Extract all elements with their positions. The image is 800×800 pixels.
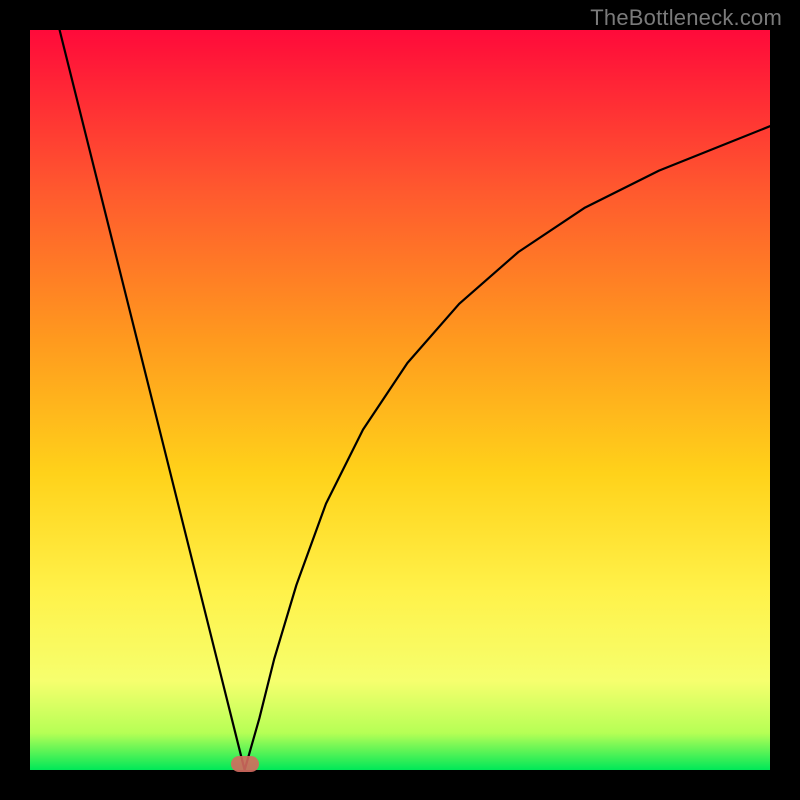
optimal-marker [231,756,259,772]
gradient-rect [30,30,770,770]
chart-root: { "watermark": "TheBottleneck.com", "gra… [0,0,800,800]
plot-area [30,30,770,770]
watermark-text: TheBottleneck.com [590,5,782,31]
plot-svg [30,30,770,770]
